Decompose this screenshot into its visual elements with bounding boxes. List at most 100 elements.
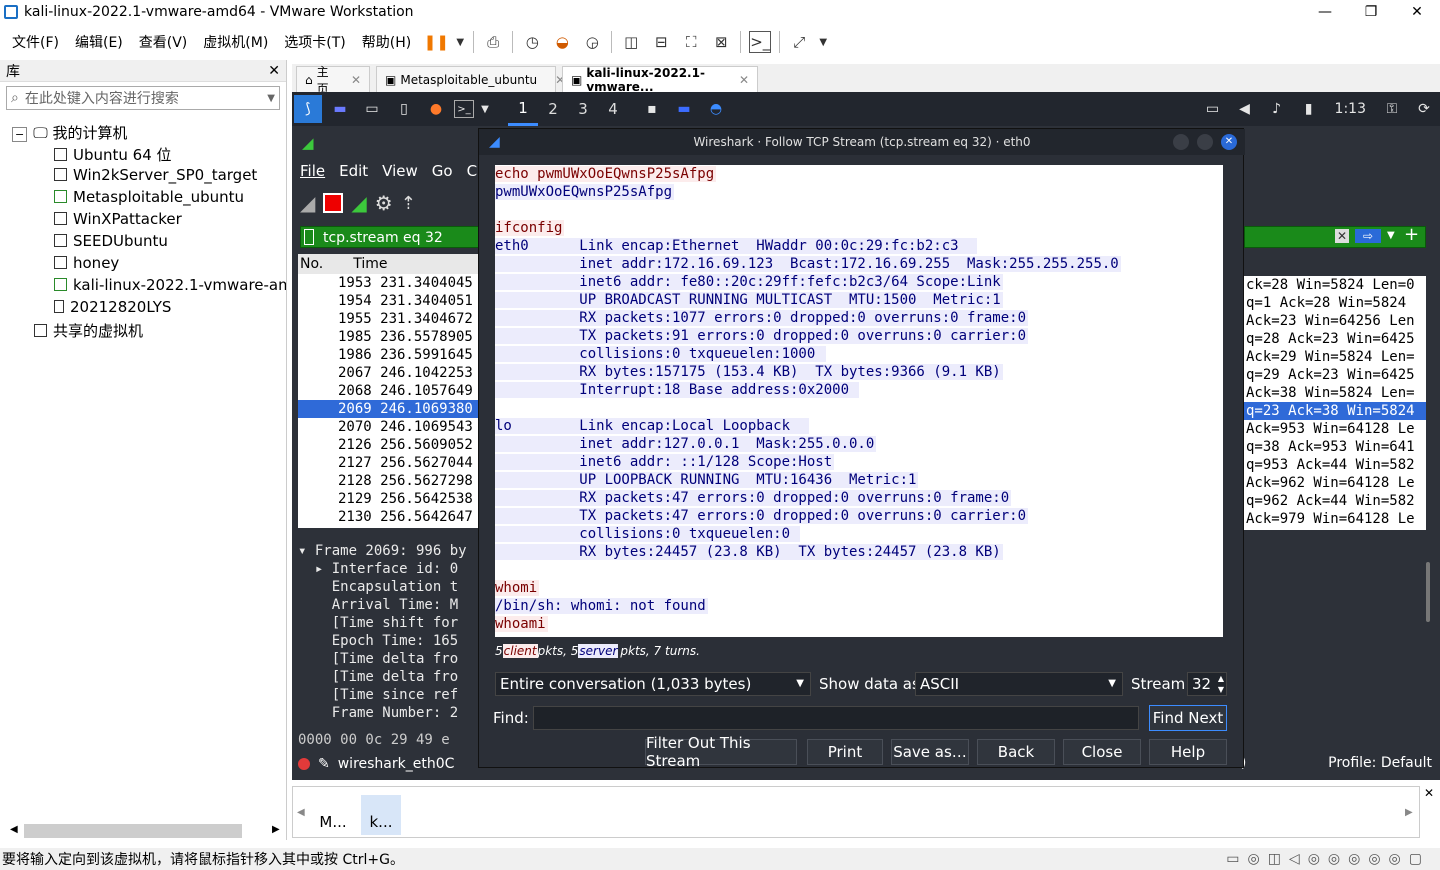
terminal-task-icon[interactable]: ▪: [638, 95, 666, 123]
edit-comment-icon[interactable]: ✎: [318, 756, 330, 772]
power-icon[interactable]: ⟳: [1410, 95, 1438, 123]
notification-icon[interactable]: ♪: [1263, 95, 1291, 123]
collapse-icon[interactable]: −: [12, 127, 28, 142]
tree-vm-4[interactable]: SEEDUbuntu: [54, 232, 286, 250]
send-keys-icon[interactable]: ⎙: [482, 31, 504, 53]
ws-menu-view[interactable]: View: [382, 162, 418, 184]
close-tab-icon[interactable]: ✕: [739, 73, 749, 87]
packet-row[interactable]: 2068 246.1057649: [298, 382, 480, 400]
packet-bytes[interactable]: 0000 00 0c 29 49 e: [298, 732, 480, 752]
filter-out-button[interactable]: Filter Out This Stream: [645, 734, 797, 770]
packet-row[interactable]: 1985 236.5578905: [298, 328, 480, 346]
minimize-dialog-icon[interactable]: [1173, 134, 1189, 150]
info-row[interactable]: Ack=38 Win=5824 Len=: [1244, 384, 1426, 402]
info-row[interactable]: q=29 Ack=23 Win=6425: [1244, 366, 1426, 384]
save-as-button[interactable]: Save as…: [891, 739, 969, 765]
snapshot-icon[interactable]: ◷: [521, 31, 543, 53]
library-hscrollbar[interactable]: [24, 824, 242, 838]
packet-row[interactable]: 2128 256.5627298: [298, 472, 480, 490]
workspace-3[interactable]: 3: [568, 92, 598, 126]
packet-row[interactable]: 2130 256.5642647: [298, 508, 480, 526]
close-dialog-icon[interactable]: ✕: [1221, 134, 1237, 150]
ws-menu-go[interactable]: Go: [432, 162, 453, 184]
help-button[interactable]: Help: [1149, 739, 1227, 765]
stretch-icon[interactable]: ⤢: [788, 31, 810, 53]
show-data-select[interactable]: ASCII ▼: [915, 672, 1123, 696]
spin-arrows-icon[interactable]: ▲ ▼: [1218, 673, 1224, 695]
snapshot-manager-icon[interactable]: ◶: [581, 31, 603, 53]
chevron-down-icon[interactable]: ▼: [1387, 230, 1395, 241]
info-row[interactable]: Ack=953 Win=64128 Le: [1244, 420, 1426, 438]
chevron-down-icon[interactable]: ▼: [478, 95, 492, 123]
tab-kali[interactable]: ▣ kali-linux-2022.1-vmware... ✕: [562, 66, 758, 94]
workspace-2[interactable]: 2: [538, 92, 568, 126]
thumbnail-vm-1[interactable]: k...: [361, 795, 401, 835]
terminal-icon[interactable]: >_: [454, 100, 474, 118]
lock-icon[interactable]: ⚿: [1378, 95, 1406, 123]
close-library-icon[interactable]: ✕: [268, 63, 280, 79]
packet-row[interactable]: 2126 256.5609052: [298, 436, 480, 454]
bookmark-icon[interactable]: [304, 229, 314, 245]
packet-row[interactable]: 2069 246.1069380: [298, 400, 480, 418]
info-row[interactable]: Ack=29 Win=5824 Len=: [1244, 348, 1426, 366]
unity-icon[interactable]: ⊠: [710, 31, 732, 53]
kali-menu-icon[interactable]: ⟆: [294, 95, 322, 123]
scroll-right-icon[interactable]: ▶: [272, 824, 280, 835]
ws-menu-file[interactable]: File: [300, 162, 325, 184]
detail-row[interactable]: ▸ Interface id: 0: [298, 560, 480, 578]
add-filter-icon[interactable]: +: [1404, 224, 1419, 245]
detail-row[interactable]: [Time shift for: [298, 614, 480, 632]
detail-row[interactable]: [Time delta fro: [298, 650, 480, 668]
display-filter-input[interactable]: tcp.stream eq 32: [300, 226, 480, 248]
maximize-dialog-icon[interactable]: [1197, 134, 1213, 150]
guest-display[interactable]: ⟆ ▬ ▭ ▯ ● >_ ▼ 1 2 3 4 ▪ ▬ ◓ ▭ ◀ ♪ ▮ 1:1…: [292, 92, 1440, 780]
col-no[interactable]: No.: [300, 254, 323, 274]
packet-row[interactable]: 2127 256.5627044: [298, 454, 480, 472]
console-icon[interactable]: >_: [749, 31, 772, 53]
revert-snapshot-icon[interactable]: ◒: [551, 31, 573, 53]
tree-vm-2[interactable]: Metasploitable_ubuntu: [54, 188, 286, 206]
file-manager-icon[interactable]: ▭: [358, 95, 386, 123]
packet-row[interactable]: 1954 231.3404051: [298, 292, 480, 310]
workspace-4[interactable]: 4: [598, 92, 628, 126]
scroll-right-icon[interactable]: ▶: [1405, 807, 1413, 818]
window-task-icon[interactable]: ▬: [670, 95, 698, 123]
firefox-icon[interactable]: ●: [422, 95, 450, 123]
close-button[interactable]: Close: [1063, 739, 1141, 765]
detail-row[interactable]: [Time since ref: [298, 686, 480, 704]
menu-file[interactable]: 文件(F): [6, 32, 65, 52]
library-view-icon[interactable]: ◫: [620, 31, 642, 53]
menu-edit[interactable]: 编辑(E): [69, 32, 129, 52]
close-button[interactable]: ✕: [1394, 0, 1440, 24]
options-icon[interactable]: ⚙: [375, 191, 393, 215]
workspace-1[interactable]: 1: [508, 92, 538, 126]
maximize-button[interactable]: ❐: [1348, 0, 1394, 24]
info-row[interactable]: q=23 Ack=38 Win=5824: [1244, 402, 1426, 420]
detail-row[interactable]: Epoch Time: 165: [298, 632, 480, 650]
tree-vm-5[interactable]: honey: [54, 254, 286, 272]
stop-capture-icon[interactable]: [323, 193, 344, 213]
col-time[interactable]: Time: [353, 254, 387, 274]
menu-view[interactable]: 查看(V): [133, 32, 194, 52]
info-row[interactable]: ck=28 Win=5824 Len=0: [1244, 276, 1426, 294]
tab-home[interactable]: ⌂ 主页 ✕: [296, 65, 370, 96]
dropdown-icon[interactable]: ▼: [818, 31, 828, 53]
info-row[interactable]: q=1 Ack=28 Win=5824: [1244, 294, 1426, 312]
find-input[interactable]: [533, 706, 1139, 730]
info-row[interactable]: Ack=23 Win=64256 Len: [1244, 312, 1426, 330]
tree-vm-3[interactable]: WinXPattacker: [54, 210, 286, 228]
packet-row[interactable]: 2070 246.1069543: [298, 418, 480, 436]
close-thumbnails-icon[interactable]: ✕: [1424, 786, 1434, 800]
detail-row[interactable]: Arrival Time: M: [298, 596, 480, 614]
info-row[interactable]: Ack=979 Win=64128 Le: [1244, 510, 1426, 528]
battery-icon[interactable]: ▮: [1295, 95, 1323, 123]
menu-help[interactable]: 帮助(H): [356, 32, 417, 52]
restart-capture-icon[interactable]: ◢: [351, 191, 366, 215]
conversation-select[interactable]: Entire conversation (1,033 bytes) ▼: [495, 672, 811, 696]
stream-spinbox[interactable]: 32 ▲ ▼: [1187, 672, 1227, 696]
info-row[interactable]: q=953 Ack=44 Win=582: [1244, 456, 1426, 474]
start-capture-icon[interactable]: ◢: [300, 191, 315, 215]
device-status-icons[interactable]: ▭◎◫◁◎◎◎◎◎▢: [1226, 851, 1430, 867]
wireshark-task-icon[interactable]: ◓: [702, 95, 730, 123]
detail-row[interactable]: Encapsulation t: [298, 578, 480, 596]
